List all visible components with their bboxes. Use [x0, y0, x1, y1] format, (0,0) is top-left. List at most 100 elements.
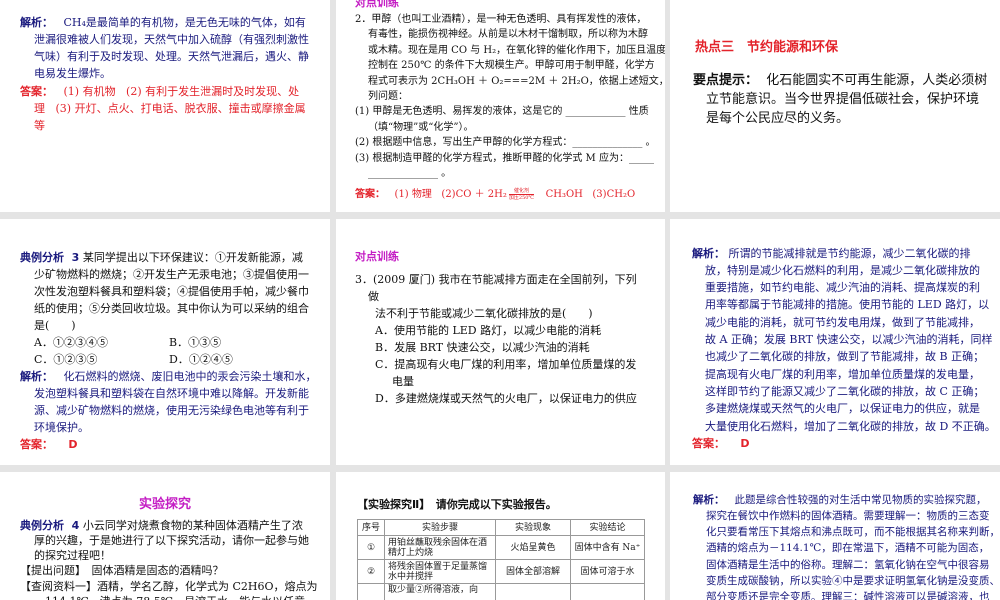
table-cell: 将残余固体置于足量蒸馏水中并搅拌 [384, 559, 496, 584]
text-line: (1) 甲醇是无色透明、易挥发的液体，这是它的 ____________ 性质 [355, 107, 649, 117]
slide-experiment-inquiry[interactable]: 实验探究 典例分析 4 小云同学对烧煮食物的某种固体酒精产生了浓厚的兴趣，于是她… [0, 472, 330, 600]
text-line: B．发展 BRT 快速公交，以减少汽油的消耗 [375, 342, 590, 353]
body-text: 理 (3) 开灯、点火、打电话、脱衣服、撞击或摩擦金属 [34, 102, 306, 115]
body-text: 此题是综合性较强的对生活中常见物质的实验探究题， [724, 493, 987, 506]
label-text: 解析： [692, 246, 725, 260]
text-line: (3) 根据制造甲醛的化学方程式，推断甲醛的化学式 M 应为：_____ [355, 153, 654, 164]
body-text: A．使用节能的 LED 路灯，以减少电能的消耗 [375, 323, 602, 337]
text-line: (2) 根据题中信息，写出生产甲醇的化学方程式：______________ 。 [355, 138, 656, 148]
text-line: A．使用节能的 LED 路灯，以减少电能的消耗 [375, 325, 601, 336]
body-text: 等 [34, 119, 45, 133]
text-line: 典例分析 3 某同学提出以下环保建议：①开发新能源，减 [20, 252, 303, 263]
body-text: （填“物理”或“化学”）。 [368, 121, 474, 133]
body-text: ______________ 。 [368, 168, 452, 179]
text-line: 解析： 此题是综合性较强的对生活中常见物质的实验探究题， [693, 495, 987, 506]
label-text: 解析： [20, 369, 53, 383]
slide-title: 对点训练 [355, 0, 399, 9]
text-line: 电易发生爆炸。 [34, 68, 111, 79]
text-line: 答案： (1) 有机物 (2) 有利于发生泄漏时及时发现、处 [20, 86, 299, 97]
text-line: D．多建燃烧煤或天然气的火电厂，以保证电力的供应 [375, 393, 637, 404]
label-text: D [53, 437, 78, 451]
text-line: C．①②③⑤ D．①②④⑤ [34, 352, 233, 366]
body-text: 大量使用化石燃料，增加了二氧化碳的排放，故 D 不正确。 [705, 419, 996, 433]
text-line: 探究在餐饮中作燃料的固体酒精。需要理解一：物质的三态变 [706, 511, 990, 522]
body-text: 固体酒精是生活中的俗称。理解二：氢氧化钠在空气中很容易 [706, 558, 990, 571]
text-line: 用率等都属于节能减排的措施。使用节能的 LED 路灯，以 [705, 299, 989, 310]
table-cell [357, 583, 385, 600]
slide-title: 实验探究 [138, 497, 191, 512]
table-cell [495, 583, 571, 600]
text-line: 程式可表示为 2CH₃OH ＋ O₂===2M ＋ 2H₂O，依据上述短文，回答… [368, 75, 665, 87]
body-text: 程式可表示为 2CH₃OH ＋ O₂===2M ＋ 2H₂O，依据上述短文，回答… [368, 75, 665, 87]
text-line: 环境保护。 [34, 422, 89, 433]
body-text: 变质生成碳酸钠，所以实验④中是要求证明氢氧化钠是没变质、 [706, 574, 1000, 587]
body-text: 纸的使用；⑤分类回收垃圾。其中你认为可以采纳的组合 [34, 301, 309, 315]
body-text: 控制在 250℃ 的条件下大规模生产。甲醇可用于制甲醛，化学方 [368, 60, 655, 72]
text-line: 少矿物燃料的燃烧；②开发生产无汞电池；③提倡使用一 [34, 269, 309, 280]
body-text: 是( ) [34, 318, 76, 332]
text-line: 等 [34, 120, 45, 131]
body-text: 次性发泡塑料餐具和塑料袋；④提倡使用手帕，减少餐巾 [34, 284, 309, 298]
body-text: 重要措施，如节约电能、减少汽油的消耗、提高煤炭的利 [705, 281, 980, 295]
text-line: A．①②③④⑤ B．①③⑤ [34, 337, 221, 348]
text-line: 变质生成碳酸钠，所以实验④中是要求证明氢氧化钠是没变质、 [706, 576, 1000, 587]
text-line: 答案： (1) 物理 (2)CO ＋ 2H₂ 催化剂 加压250℃ CH₃OH (3… [355, 188, 635, 201]
text-line: 的探究过程吧！ [34, 550, 111, 561]
body-text: 探究在餐饮中作燃料的固体酒精。需要理解一：物质的三态变 [706, 509, 990, 522]
body-text: (1) 物理 (2)CO ＋ 2H₂ [385, 189, 507, 200]
body-text: 酒精的熔点为－114.1℃，即在常温下，酒精不可能为固态， [706, 542, 990, 555]
body-text: 厚的兴趣，于是她进行了以下探究活动，请你一起参与她 [34, 533, 309, 547]
slide-exercise-3[interactable]: 对点训练 3．(2009 厦门) 我市在节能减排方面走在全国前列，下列做法不利于… [336, 219, 665, 465]
body-text: 有毒性，能损伤视神经。从前是以木材干馏制取，所以称为木醇 [368, 29, 648, 41]
text-line: 解析： CH₄是最简单的有机物，是无色无味的气体，如有 [20, 17, 306, 28]
body-text: 环境保护。 [34, 420, 89, 434]
body-text: (1) 甲醇是无色透明、易挥发的液体，这是它的 ____________ 性质 [355, 106, 649, 118]
table-header: 实验现象 [495, 519, 571, 536]
slide-title: 热点三 节约能源和环保 [695, 40, 839, 55]
slide-example-3[interactable]: 典例分析 3 某同学提出以下环保建议：①开发新能源，减少矿物燃料的燃烧；②开发生… [0, 219, 330, 465]
body-text: 小云同学对烧煮食物的某种固体酒精产生了浓 [79, 518, 303, 532]
label-text: 答案： [355, 189, 385, 200]
body-text: 气味）有利于及时发现、处理。天然气泄漏后，遇火、静 [34, 50, 309, 64]
text-line: C．提高现有火电厂煤的利用率，增加单位质量煤的发 [375, 359, 636, 370]
slide-exercise-3-analysis[interactable]: 解析： 所谓的节能减排就是节约能源，减少二氧化碳的排 放，特别是减少化石燃料的利用… [670, 219, 1000, 465]
text-line: 提高现有火电厂煤的利用率，增加单位质量煤的发电量， [705, 369, 980, 380]
text-line: 电量 [392, 376, 414, 387]
text-line: 化只要看常压下其熔点和沸点既可，而不能根据其名称来判断， [706, 527, 1000, 538]
body-text: 3．(2009 厦门) 我市在节能减排方面走在全国前列，下列 [355, 272, 637, 286]
text-line: 有毒性，能损伤视神经。从前是以木材干馏制取，所以称为木醇 [368, 30, 648, 40]
text-line: 2．甲醇（也叫工业酒精），是一种无色透明、具有挥发性的液体， [355, 15, 646, 25]
body-text: 或木精。现在是用 CO 与 H₂，在氧化锌的催化作用下，加压且温度 [368, 44, 665, 56]
text-line: 酒精的熔点为－114.1℃，即在常温下，酒精不可能为固态， [706, 543, 989, 554]
slide-hotspot-energy[interactable]: 热点三 节约能源和环保 要点提示： 化石能圆实不可再生能源，人类必须树 立节能意识… [670, 0, 1000, 212]
text-line: （填“物理”或“化学”）。 [368, 121, 474, 133]
experiment-report-table: 序号 实验步骤 实验现象 实验结论 ① 用铂丝蘸取残余固体在酒精灯上灼烧 火焰呈… [357, 519, 645, 600]
text-line: 减少电能的消耗，就可节约发电用煤，做到了节能减排， [705, 317, 980, 328]
table-header: 实验步骤 [384, 519, 496, 536]
body-text: 【提出问题】 固体酒精是固态的酒精吗？ [20, 564, 224, 578]
text-line: 固体酒精是生活中的俗称。理解二：氢氧化钠在空气中很容易 [706, 558, 990, 571]
text-line: －114.1℃，沸点为 78.5℃，易溶于水，能与水以任意 [34, 596, 305, 600]
slide-ch4-analysis[interactable]: 解析： CH₄是最简单的有机物，是无色无味的气体，如有泄漏很难被人们发现，天然气… [0, 0, 330, 212]
label-text: 答案： [692, 436, 725, 450]
slide-title: 【实验探究Ⅱ】 请你完成以下实验报告。 [357, 498, 557, 511]
label-text: 答案： [20, 437, 53, 451]
body-text: B．①③⑤ [169, 335, 222, 349]
body-text: C．①②③⑤ [34, 352, 98, 366]
text-line: 重要措施，如节约电能、减少汽油的消耗、提高煤炭的利 [705, 282, 980, 293]
table-row: ② 将残余固体置于足量蒸馏水中并搅拌 固体全部溶解 固体可溶于水 [357, 559, 645, 584]
body-text: 部分变质还是完全变质。理解三：碱性溶液可以是碱溶液，也 [706, 590, 990, 600]
body-text: 某同学提出以下环保建议：①开发新能源，减 [79, 250, 303, 264]
text-line: 泄漏很难被人们发现，天然气中加入硫醇（有强烈刺激性 [34, 34, 309, 45]
text-line: 典例分析 4 小云同学对烧煮食物的某种固体酒精产生了浓 [20, 520, 303, 531]
slide-methanol-exercise[interactable]: 对点训练 2．甲醇（也叫工业酒精），是一种无色透明、具有挥发性的液体， 有毒性，能… [336, 0, 665, 212]
text-line: 大量使用化石燃料，增加了二氧化碳的排放，故 D 不正确。 [705, 421, 996, 432]
text-line: 做 [368, 291, 379, 302]
body-text: 的探究过程吧！ [34, 549, 111, 563]
body-text: 是每个公民应尽的义务。 [706, 110, 850, 126]
body-text: 用率等都属于节能减排的措施。使用节能的 LED 路灯，以 [705, 298, 990, 312]
slide-experiment-analysis[interactable]: 解析： 此题是综合性较强的对生活中常见物质的实验探究题， 探究在餐饮中作燃料的固体… [670, 472, 1000, 600]
body-text: 多建燃烧煤或天然气的火电厂，以保证电力的供应，就是 [705, 402, 980, 416]
slide-experiment-report[interactable]: 【实验探究Ⅱ】 请你完成以下实验报告。 序号 实验步骤 实验现象 实验结论 ① … [336, 472, 665, 600]
body-text: 化石燃料的燃烧、废旧电池中的汞会污染土壤和水， [53, 369, 317, 383]
